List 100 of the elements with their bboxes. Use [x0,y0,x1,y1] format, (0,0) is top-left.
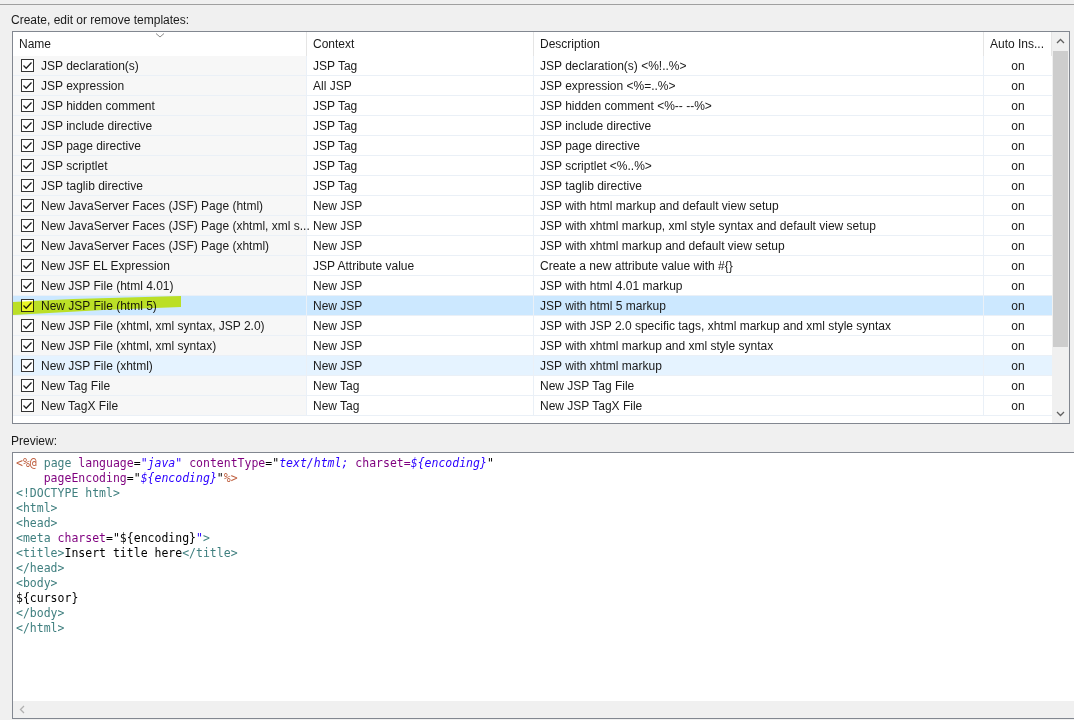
scrollbar-thumb[interactable] [1053,51,1068,347]
vertical-scrollbar[interactable] [1052,32,1069,423]
table-row[interactable]: JSP scriptlet JSP Tag JSP scriptlet <%..%> on [13,156,1052,176]
checkbox[interactable] [21,279,34,292]
template-description: JSP include directive [540,117,652,135]
template-context: New JSP [313,217,363,235]
table-row[interactable]: New JSP File (xhtml) New JSP JSP with xhtml markup on [13,356,1052,376]
checkbox[interactable] [21,159,34,172]
template-name: New JavaServer Faces (JSF) Page (xhtml) [41,237,270,255]
template-name: JSP expression [41,77,125,95]
code-line: <html> [16,501,58,516]
checkbox[interactable] [21,79,34,92]
template-context: New JSP [313,297,363,315]
template-description: JSP with html 4.01 markup [540,277,683,295]
auto-insert-value: on [1011,97,1025,115]
table-row[interactable]: New JSP File (xhtml, xml syntax, JSP 2.0) New JSP JSP with JSP 2.0 specific tags, xhtml markup and xml style syntax on [13,316,1052,336]
table-row[interactable]: New TagX File New Tag New JSP TagX File on [13,396,1052,416]
template-description: JSP taglib directive [540,177,642,195]
template-description: New JSP TagX File [540,397,643,415]
checkbox[interactable] [21,239,34,252]
code-line: <%@ page language="java" contentType="text/html; charset=${encoding}" [16,456,494,471]
table-row[interactable]: JSP taglib directive JSP Tag JSP taglib directive on [13,176,1052,196]
table-row[interactable]: New Tag File New Tag New JSP Tag File on [13,376,1052,396]
checkbox[interactable] [21,199,34,212]
checkbox[interactable] [21,219,34,232]
template-name: New Tag File [41,377,111,395]
auto-insert-value: on [1011,217,1025,235]
auto-insert-value: on [1011,377,1025,395]
template-name: JSP hidden comment [41,97,155,115]
checkbox[interactable] [21,399,34,412]
auto-insert-value: on [1011,337,1025,355]
table-row[interactable]: JSP include directive JSP Tag JSP include directive on [13,116,1052,136]
template-description: JSP with xhtml markup and default view setup [540,237,785,255]
template-description: JSP with html 5 markup [540,297,666,315]
horizontal-scrollbar[interactable] [13,701,1074,718]
checkbox[interactable] [21,99,34,112]
template-name: New JavaServer Faces (JSF) Page (html) [41,197,264,215]
table-row[interactable]: JSP page directive JSP Tag JSP page directive on [13,136,1052,156]
column-header[interactable]: Description [534,32,984,56]
checkbox[interactable] [21,119,34,132]
code-line: <!DOCTYPE html> [16,486,120,501]
table-row[interactable]: New JavaServer Faces (JSF) Page (html) New JSP JSP with html markup and default view setup on [13,196,1052,216]
table-row[interactable]: JSP declaration(s) JSP Tag JSP declaration(s) <%!..%> on [13,56,1052,76]
auto-insert-value: on [1011,57,1025,75]
template-context: JSP Tag [313,157,358,175]
checkbox[interactable] [21,139,34,152]
auto-insert-value: on [1011,197,1025,215]
checkbox[interactable] [21,259,34,272]
checkbox[interactable] [21,339,34,352]
table-row[interactable]: JSP hidden comment JSP Tag JSP hidden comment <%-- --%> on [13,96,1052,116]
template-name: JSP taglib directive [41,177,143,195]
template-description: JSP hidden comment <%-- --%> [540,97,712,115]
checkbox[interactable] [21,359,34,372]
template-name: New JSP File (xhtml, xml syntax) [41,337,217,355]
template-description: JSP declaration(s) <%!..%> [540,57,687,75]
template-description: JSP with xhtml markup [540,357,662,375]
template-description: JSP with html markup and default view setup [540,197,779,215]
checkbox[interactable] [21,319,34,332]
template-description: JSP page directive [540,137,640,155]
checkbox[interactable] [21,179,34,192]
template-name: JSP scriptlet [41,157,108,175]
column-header[interactable]: Context [307,32,534,56]
template-name: New JSF EL Expression [41,257,170,275]
auto-insert-value: on [1011,397,1025,415]
auto-insert-value: on [1011,357,1025,375]
template-context: JSP Tag [313,57,358,75]
template-description: JSP scriptlet <%..%> [540,157,652,175]
checkbox[interactable] [21,59,34,72]
template-context: JSP Attribute value [313,257,415,275]
table-row[interactable]: JSP expression All JSP JSP expression <%=..%> on [13,76,1052,96]
checkbox[interactable] [21,379,34,392]
template-context: New JSP [313,357,363,375]
template-name: New JSP File (html 4.01) [41,277,174,295]
code-line: </head> [16,561,65,576]
code-line: <title>Insert title here</title> [16,546,238,561]
auto-insert-value: on [1011,317,1025,335]
code-line: pageEncoding="${encoding}"%> [42,471,238,486]
code-line: <head> [16,516,58,531]
template-name: JSP declaration(s) [41,57,139,75]
template-context: New Tag [313,397,360,415]
template-context: New JSP [313,197,363,215]
template-context: New Tag [313,377,360,395]
auto-insert-value: on [1011,117,1025,135]
code-line: ${cursor} [16,591,79,606]
table-row[interactable]: New JSF EL Expression JSP Attribute value Create a new attribute value with #{} on [13,256,1052,276]
table-row[interactable]: New JavaServer Faces (JSF) Page (xhtml) New JSP JSP with xhtml markup and default view setup on [13,236,1052,256]
template-name: JSP page directive [41,137,141,155]
section-label: Create, edit or remove templates: [11,12,190,29]
template-name: New JavaServer Faces (JSF) Page (xhtml, xml s... [41,217,310,235]
template-context: JSP Tag [313,177,358,195]
code-line: </body> [16,606,65,621]
template-description: JSP with xhtml markup, xml style syntax and default view setup [540,217,876,235]
table-row[interactable]: New JavaServer Faces (JSF) Page (xhtml, xml s... New JSP JSP with xhtml markup, xml style syntax and default view setup on [13,216,1052,236]
scroll-down-icon[interactable] [1056,411,1065,417]
auto-insert-value: on [1011,77,1025,95]
section-label: Preview: [11,433,57,449]
scroll-up-icon[interactable] [1056,38,1065,44]
template-context: New JSP [313,317,363,335]
template-name: JSP include directive [41,117,153,135]
template-name: New TagX File [41,397,119,415]
